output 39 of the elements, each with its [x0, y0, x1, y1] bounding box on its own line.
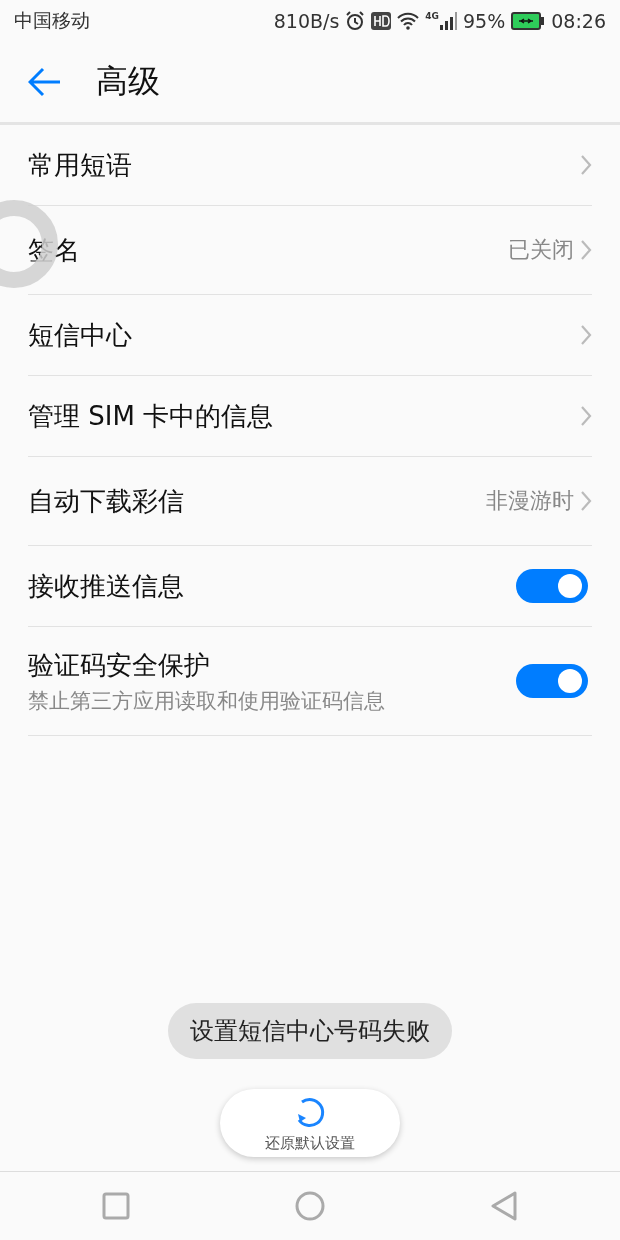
settings-row[interactable]: 自动下载彩信 非漫游时 — [28, 457, 592, 546]
toast-message: 设置短信中心号码失败 — [168, 1003, 452, 1059]
page-title: 高级 — [96, 61, 160, 102]
setting-title: 常用短语 — [28, 148, 133, 182]
chevron-right-icon — [580, 239, 592, 261]
toggle-switch[interactable] — [516, 664, 588, 698]
home-icon[interactable] — [295, 1191, 325, 1221]
signal-icon — [439, 11, 457, 31]
alarm-icon — [345, 11, 366, 31]
setting-title: 自动下载彩信 — [28, 484, 185, 518]
setting-value: 非漫游时 — [486, 487, 574, 515]
battery-charging-icon — [511, 12, 546, 30]
chevron-right-icon — [580, 324, 592, 346]
recent-apps-icon[interactable] — [102, 1192, 131, 1220]
settings-row[interactable]: 管理 SIM 卡中的信息 — [28, 376, 592, 457]
clock-time: 08:26 — [551, 10, 606, 32]
settings-row[interactable]: 短信中心 — [28, 295, 592, 376]
settings-row[interactable]: 常用短语 — [28, 125, 592, 206]
restore-defaults-button[interactable]: 还原默认设置 — [220, 1089, 400, 1157]
back-icon[interactable] — [489, 1191, 518, 1221]
setting-title: 短信中心 — [28, 318, 133, 352]
carrier-name: 中国移动 — [14, 8, 90, 33]
setting-title: 接收推送信息 — [28, 569, 185, 603]
setting-description: 禁止第三方应用读取和使用验证码信息 — [28, 687, 386, 715]
settings-row[interactable]: 签名 已关闭 — [28, 206, 592, 295]
network-speed: 810B/s — [273, 10, 340, 32]
setting-title: 管理 SIM 卡中的信息 — [28, 399, 275, 433]
chevron-right-icon — [580, 490, 592, 512]
setting-title: 验证码安全保护 — [28, 648, 211, 682]
setting-value: 已关闭 — [508, 236, 574, 264]
hd-icon — [371, 12, 392, 30]
wifi-icon — [397, 12, 420, 30]
setting-title: 签名 — [28, 233, 81, 267]
chevron-right-icon — [580, 154, 592, 176]
toggle-switch[interactable] — [516, 569, 588, 603]
back-arrow-icon[interactable] — [28, 67, 62, 97]
network-type: 4G — [425, 11, 439, 21]
chevron-right-icon — [580, 405, 592, 427]
battery-percent: 95% — [463, 10, 506, 32]
